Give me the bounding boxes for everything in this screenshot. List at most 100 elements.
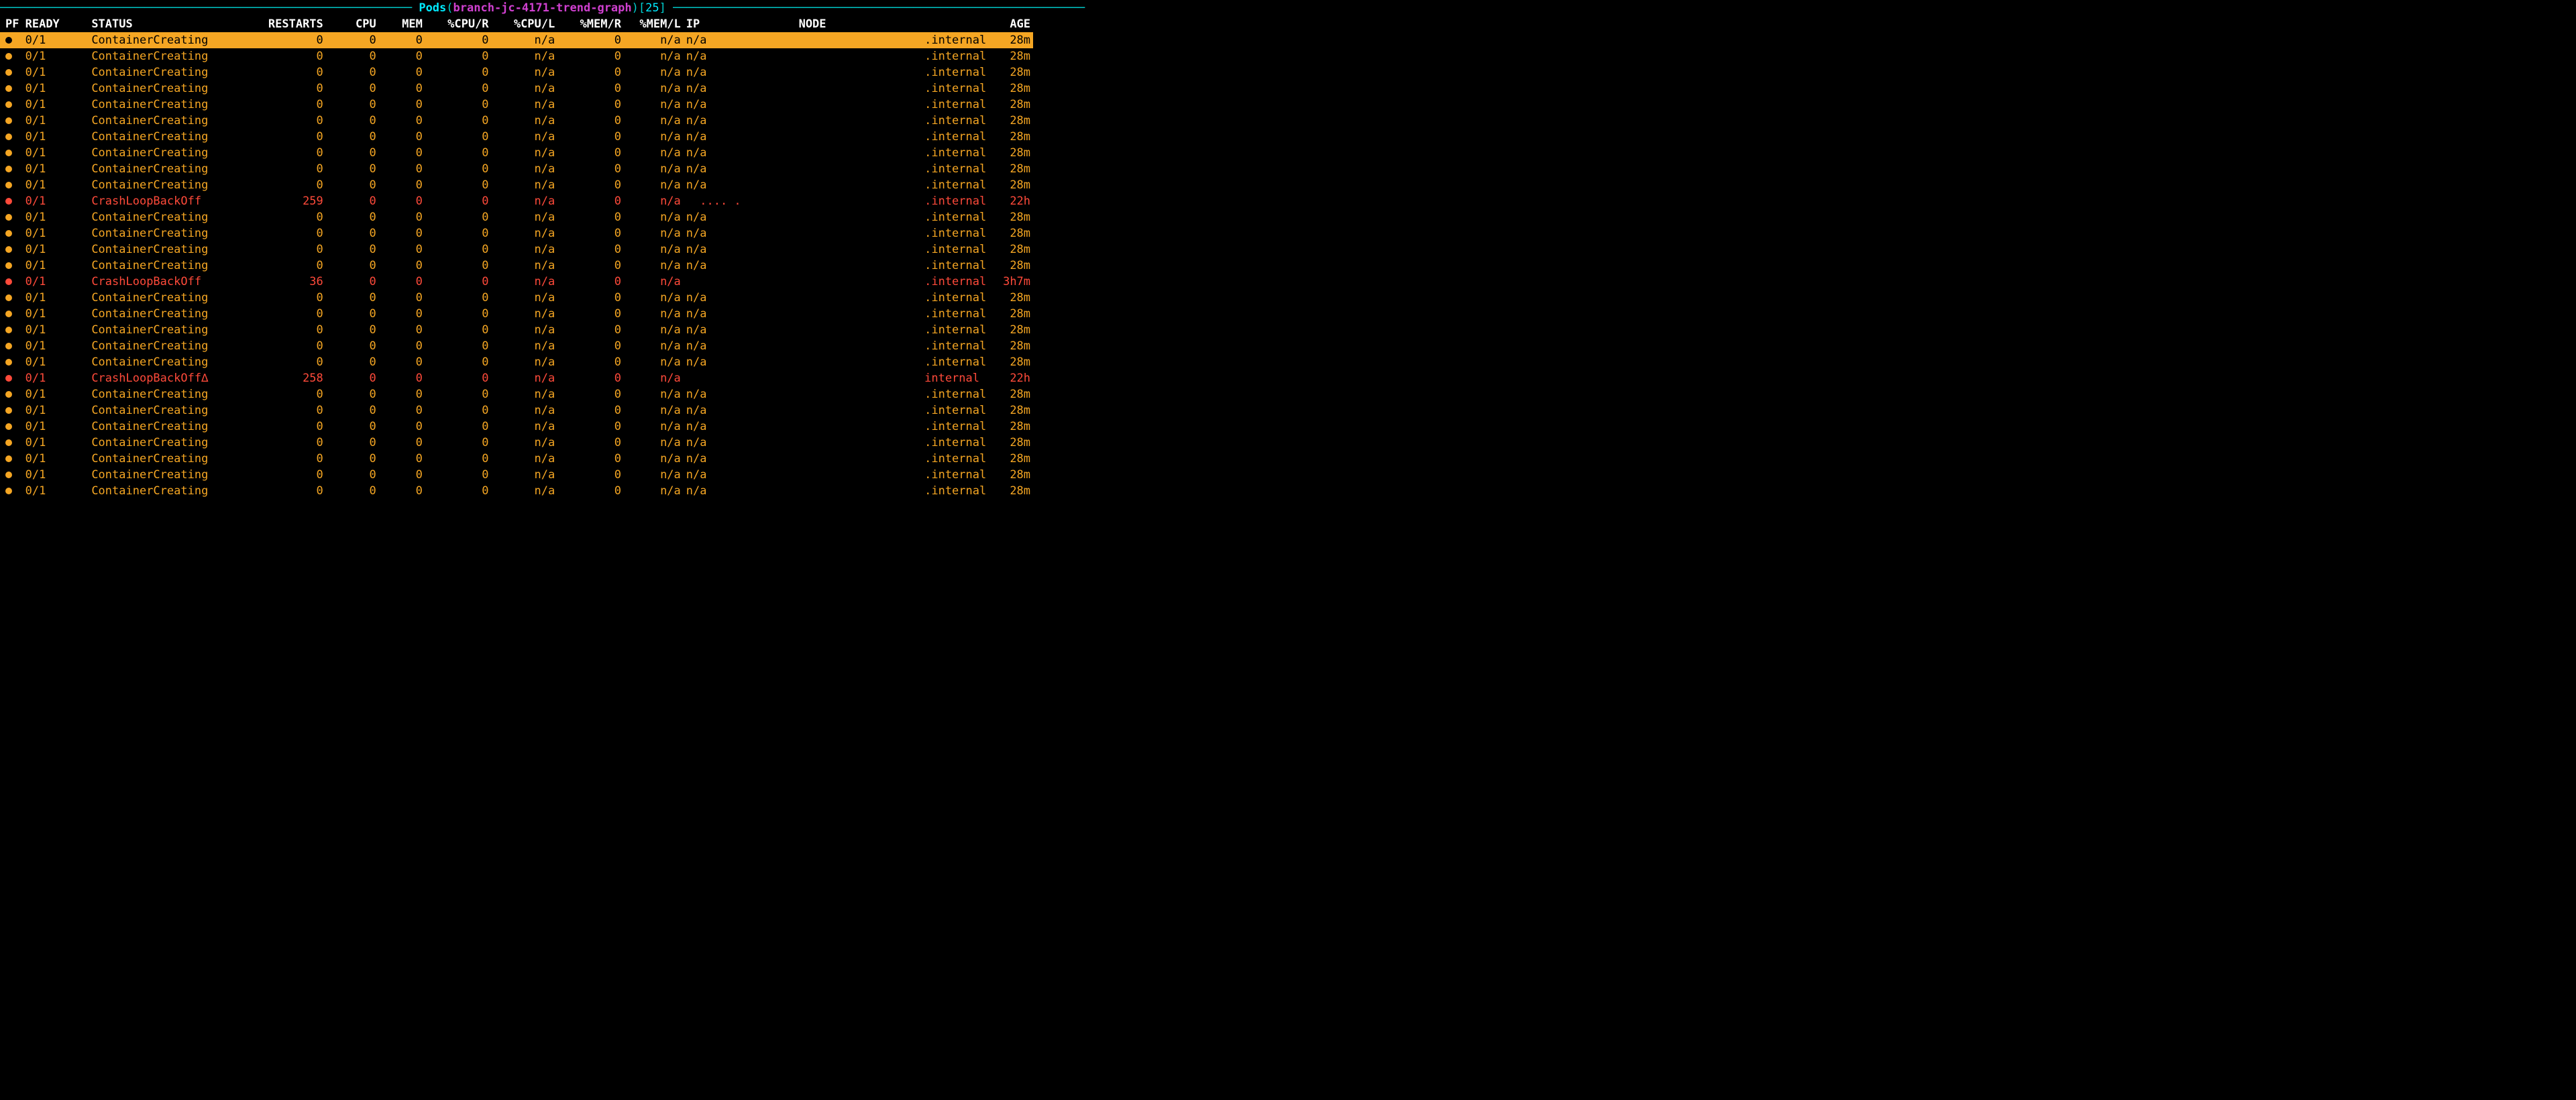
hdr-cpur[interactable]: %CPU/R	[423, 16, 489, 32]
hdr-mem[interactable]: MEM	[376, 16, 423, 32]
cell-ip: n/a	[681, 435, 799, 451]
cell-internal: .internal	[924, 483, 998, 499]
cell-status: ContainerCreating	[91, 386, 250, 402]
hdr-pf[interactable]: PF	[0, 16, 25, 32]
table-row[interactable]: 0/1ContainerCreating0000n/a0n/an/a.inter…	[0, 48, 1033, 64]
table-row[interactable]: 0/1ContainerCreating0000n/a0n/an/a.inter…	[0, 209, 1033, 225]
status-dot-icon	[0, 80, 25, 97]
hdr-ready[interactable]: READY	[25, 16, 92, 32]
cell-memr: 0	[555, 386, 621, 402]
cell-cpu: 0	[323, 435, 376, 451]
cell-internal: .internal	[924, 129, 998, 145]
status-dot-icon	[0, 386, 25, 402]
table-row[interactable]: 0/1ContainerCreating0000n/a0n/an/a.inter…	[0, 451, 1033, 467]
cell-meml: n/a	[621, 97, 681, 113]
cell-memr: 0	[555, 32, 621, 48]
status-dot-icon	[0, 129, 25, 145]
table-row[interactable]: 0/1CrashLoopBackOff259000n/a0n/a .... ..…	[0, 193, 1033, 209]
table-row[interactable]: 0/1ContainerCreating0000n/a0n/an/a.inter…	[0, 386, 1033, 402]
table-row[interactable]: 0/1ContainerCreating0000n/a0n/an/a.inter…	[0, 419, 1033, 435]
cell-age: 28m	[998, 64, 1033, 80]
cell-ip: n/a	[681, 32, 799, 48]
cell-internal: .internal	[924, 338, 998, 354]
cell-cpul: n/a	[489, 483, 555, 499]
table-row[interactable]: 0/1CrashLoopBackOff36000n/a0n/a.internal…	[0, 274, 1033, 290]
table-row[interactable]: 0/1ContainerCreating0000n/a0n/an/a.inter…	[0, 435, 1033, 451]
cell-internal: .internal	[924, 80, 998, 97]
cell-ready: 0/1	[25, 290, 92, 306]
hdr-cpul[interactable]: %CPU/L	[489, 16, 555, 32]
table-row[interactable]: 0/1ContainerCreating0000n/a0n/an/a.inter…	[0, 402, 1033, 419]
table-row[interactable]: 0/1ContainerCreating0000n/a0n/an/a.inter…	[0, 129, 1033, 145]
table-row[interactable]: 0/1ContainerCreating0000n/a0n/an/a.inter…	[0, 290, 1033, 306]
status-dot-icon	[0, 97, 25, 113]
cell-restarts: 0	[250, 435, 323, 451]
cell-meml: n/a	[621, 290, 681, 306]
hdr-restarts[interactable]: RESTARTS	[250, 16, 323, 32]
cell-mem: 0	[376, 338, 423, 354]
cell-mem: 0	[376, 419, 423, 435]
table-row[interactable]: 0/1ContainerCreating0000n/a0n/an/a.inter…	[0, 258, 1033, 274]
cell-meml: n/a	[621, 64, 681, 80]
table-row[interactable]: 0/1ContainerCreating0000n/a0n/an/a.inter…	[0, 225, 1033, 241]
table-row[interactable]: 0/1ContainerCreating0000n/a0n/an/a.inter…	[0, 97, 1033, 113]
hdr-memr[interactable]: %MEM/R	[555, 16, 621, 32]
cell-mem: 0	[376, 241, 423, 258]
cell-meml: n/a	[621, 193, 681, 209]
cell-restarts: 0	[250, 354, 323, 370]
cell-cpul: n/a	[489, 113, 555, 129]
cell-cpu: 0	[323, 274, 376, 290]
hdr-status[interactable]: STATUS	[91, 16, 250, 32]
table-row[interactable]: 0/1ContainerCreating0000n/a0n/an/a.inter…	[0, 483, 1033, 499]
cell-memr: 0	[555, 338, 621, 354]
cell-mem: 0	[376, 274, 423, 290]
hdr-meml[interactable]: %MEM/L	[621, 16, 681, 32]
cell-status: ContainerCreating	[91, 451, 250, 467]
table-row[interactable]: 0/1ContainerCreating0000n/a0n/an/a.inter…	[0, 306, 1033, 322]
cell-meml: n/a	[621, 274, 681, 290]
cell-cpul: n/a	[489, 80, 555, 97]
cell-mem: 0	[376, 97, 423, 113]
status-dot-icon	[0, 241, 25, 258]
table-row[interactable]: 0/1ContainerCreating0000n/a0n/an/a.inter…	[0, 32, 1033, 48]
status-dot-icon	[0, 290, 25, 306]
cell-age: 28m	[998, 435, 1033, 451]
cell-status: ContainerCreating	[91, 177, 250, 193]
cell-status: ContainerCreating	[91, 258, 250, 274]
table-row[interactable]: 0/1ContainerCreating0000n/a0n/an/a.inter…	[0, 80, 1033, 97]
table-row[interactable]: 0/1ContainerCreating0000n/a0n/an/a.inter…	[0, 467, 1033, 483]
table-row[interactable]: 0/1ContainerCreating0000n/a0n/an/a.inter…	[0, 338, 1033, 354]
table-row[interactable]: 0/1ContainerCreating0000n/a0n/an/a.inter…	[0, 113, 1033, 129]
cell-ready: 0/1	[25, 193, 92, 209]
cell-ready: 0/1	[25, 483, 92, 499]
cell-age: 28m	[998, 354, 1033, 370]
cell-ready: 0/1	[25, 370, 92, 386]
table-row[interactable]: 0/1ContainerCreating0000n/a0n/an/a.inter…	[0, 322, 1033, 338]
table-row[interactable]: 0/1ContainerCreating0000n/a0n/an/a.inter…	[0, 241, 1033, 258]
cell-age: 28m	[998, 451, 1033, 467]
hdr-node[interactable]: NODE	[799, 16, 925, 32]
table-row[interactable]: 0/1ContainerCreating0000n/a0n/an/a.inter…	[0, 145, 1033, 161]
cell-memr: 0	[555, 113, 621, 129]
hdr-ip[interactable]: IP	[681, 16, 799, 32]
cell-meml: n/a	[621, 467, 681, 483]
table-row[interactable]: 0/1CrashLoopBackOff∆258000n/a0n/ainterna…	[0, 370, 1033, 386]
table-row[interactable]: 0/1ContainerCreating0000n/a0n/an/a.inter…	[0, 354, 1033, 370]
table-row[interactable]: 0/1ContainerCreating0000n/a0n/an/a.inter…	[0, 161, 1033, 177]
cell-cpul: n/a	[489, 177, 555, 193]
cell-status: ContainerCreating	[91, 419, 250, 435]
cell-restarts: 0	[250, 177, 323, 193]
cell-ready: 0/1	[25, 129, 92, 145]
cell-internal: .internal	[924, 386, 998, 402]
hdr-age[interactable]: AGE	[998, 16, 1033, 32]
cell-ip: n/a	[681, 209, 799, 225]
cell-restarts: 0	[250, 419, 323, 435]
table-row[interactable]: 0/1ContainerCreating0000n/a0n/an/a.inter…	[0, 177, 1033, 193]
cell-cpu: 0	[323, 241, 376, 258]
cell-cpur: 0	[423, 370, 489, 386]
hdr-cpu[interactable]: CPU	[323, 16, 376, 32]
cell-ready: 0/1	[25, 145, 92, 161]
cell-mem: 0	[376, 64, 423, 80]
table-row[interactable]: 0/1ContainerCreating0000n/a0n/an/a.inter…	[0, 64, 1033, 80]
cell-memr: 0	[555, 483, 621, 499]
